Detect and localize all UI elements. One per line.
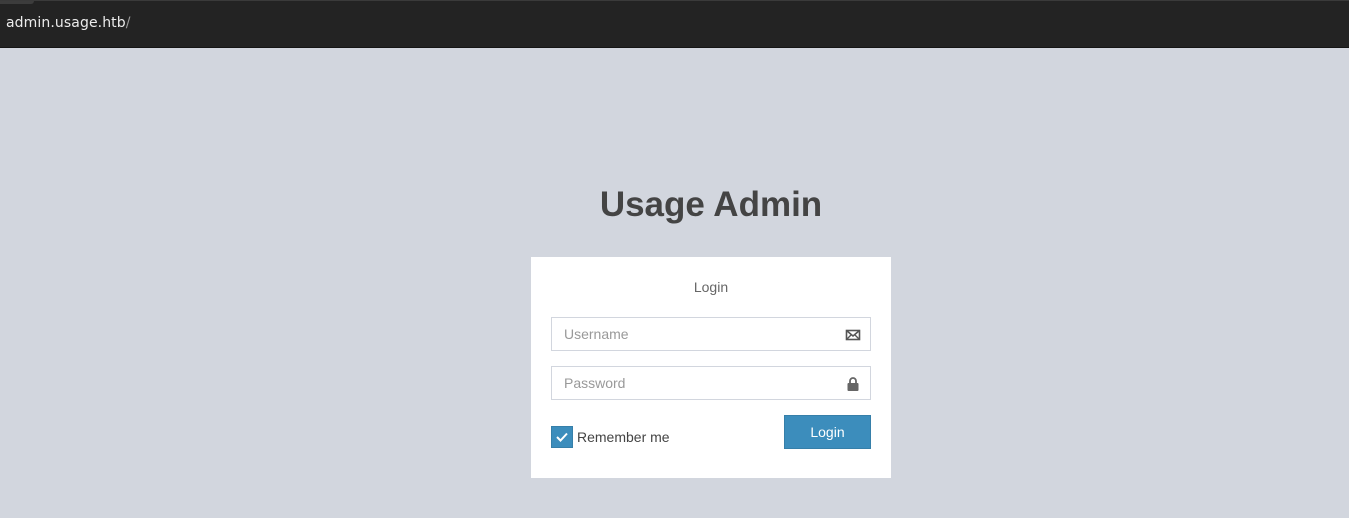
login-box-message: Login — [693, 279, 729, 295]
envelope-icon — [845, 327, 861, 343]
password-field[interactable] — [551, 366, 871, 400]
username-input[interactable] — [552, 318, 870, 350]
page-title: Usage Admin — [599, 185, 823, 224]
lock-icon — [845, 376, 861, 392]
browser-url-bar[interactable]: admin.usage.htb/ — [0, 0, 1349, 48]
url-host: admin.usage.htb — [6, 15, 126, 31]
checkmark-icon — [556, 432, 568, 442]
url-path: / — [125, 15, 131, 31]
url-text[interactable]: admin.usage.htb/ — [6, 15, 131, 31]
remember-me-label[interactable]: Remember me — [577, 429, 670, 445]
login-button[interactable]: Login — [784, 415, 871, 449]
remember-me-checkbox[interactable] — [551, 426, 573, 448]
username-field[interactable] — [551, 317, 871, 351]
login-box: Login Remember me Login — [531, 257, 891, 478]
password-input[interactable] — [552, 367, 870, 399]
remember-me[interactable]: Remember me — [551, 426, 670, 448]
tab-edge — [0, 1, 34, 4]
